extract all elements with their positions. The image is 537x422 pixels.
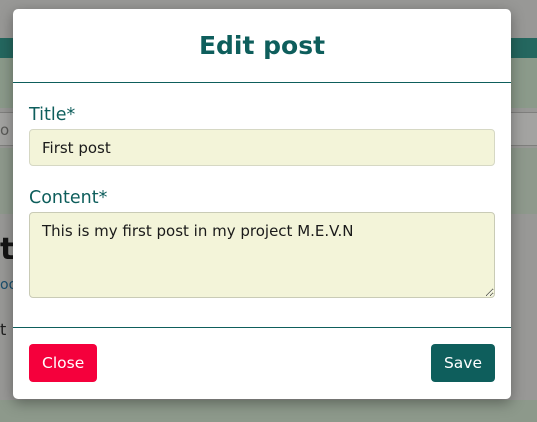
title-field-label: Title*: [29, 105, 76, 125]
background-input-text: o: [0, 121, 10, 139]
modal-header: Edit post: [13, 9, 511, 83]
modal-title: Edit post: [198, 30, 326, 60]
modal-footer: Close Save: [13, 328, 511, 398]
close-button[interactable]: Close: [29, 344, 98, 382]
background-post-text: t: [0, 320, 7, 339]
title-input[interactable]: [29, 129, 495, 166]
content-field-label: Content*: [29, 188, 108, 208]
modal-body: Title* Content* This is my first post in…: [13, 83, 511, 328]
edit-post-modal: Edit post Title* Content* This is my fir…: [13, 9, 511, 399]
background-footer: [0, 400, 537, 422]
content-textarea[interactable]: This is my first post in my project M.E.…: [29, 212, 495, 298]
save-button[interactable]: Save: [430, 344, 495, 382]
